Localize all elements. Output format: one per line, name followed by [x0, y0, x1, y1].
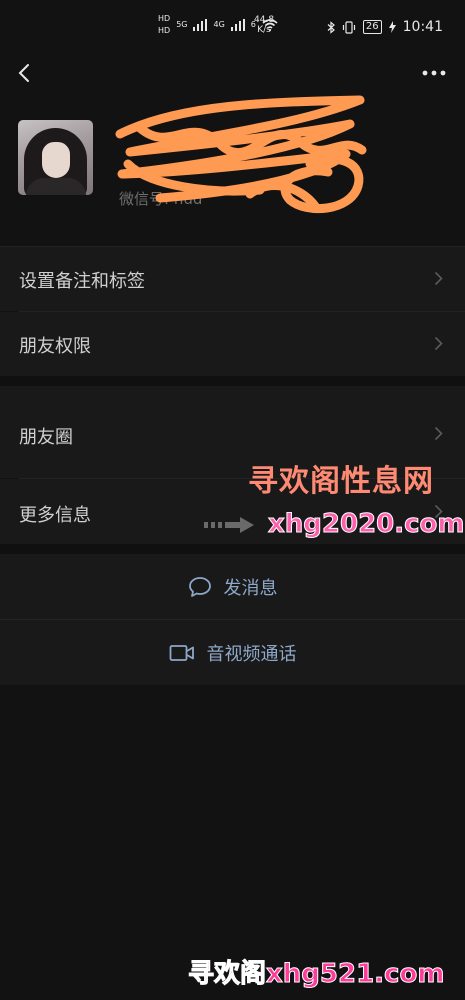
chat-bubble-icon [188, 576, 211, 597]
redaction-scribble [115, 95, 367, 214]
menu-set-remark[interactable]: 设置备注和标签 [0, 247, 465, 311]
battery-level: 26 [362, 20, 382, 34]
menu-label-friend-permissions: 朋友权限 [19, 336, 91, 357]
send-message-label: 发消息 [223, 577, 278, 599]
clock: 10:41 [402, 19, 443, 35]
network-5g: 5G [176, 20, 188, 29]
menu-label-set-remark: 设置备注和标签 [19, 271, 145, 292]
chevron-right-icon [434, 271, 443, 286]
hd-badge-2: HD [158, 26, 171, 35]
charging-icon [388, 21, 396, 33]
send-message-button[interactable]: 发消息 [0, 554, 465, 619]
net-speed: 44.8 K/s [254, 15, 274, 35]
menu-friend-permissions[interactable]: 朋友权限 [0, 312, 465, 376]
top-nav-bar [0, 48, 465, 98]
watermark-url-2: 寻欢阁xhg521.com [187, 959, 445, 990]
avatar[interactable] [18, 120, 93, 195]
net-speed-unit: K/s [257, 25, 271, 35]
back-arrow-icon[interactable] [14, 62, 36, 84]
profile-card: 微信号: hud [0, 95, 465, 235]
watermark-url-1: xhg2020.com [268, 509, 465, 540]
status-right: 26 10:41 [327, 19, 443, 35]
chevron-right-icon [434, 336, 443, 351]
hd-badge-1: HD [158, 14, 171, 23]
watermark-site-name: 寻欢阁性息网 [248, 464, 434, 499]
video-camera-icon [169, 644, 194, 661]
signal-icon-2 [230, 18, 245, 31]
bluetooth-icon [327, 20, 335, 34]
signal-icon [193, 18, 208, 31]
menu-label-more-info: 更多信息 [19, 505, 91, 526]
watermark-arrow-icon [204, 517, 254, 533]
video-call-button[interactable]: 音视频通话 [0, 620, 465, 685]
chevron-right-icon [434, 426, 443, 441]
vibrate-icon [342, 20, 356, 34]
status-bar: HD HD 5G 4G 6 44.8 K/s 26 10:41 [0, 0, 465, 48]
menu-label-moments: 朋友圈 [19, 427, 73, 448]
net-speed-value: 44.8 [254, 15, 275, 25]
network-4g: 4G [213, 20, 225, 29]
video-call-label: 音视频通话 [206, 643, 297, 665]
more-options-icon[interactable] [421, 68, 447, 78]
